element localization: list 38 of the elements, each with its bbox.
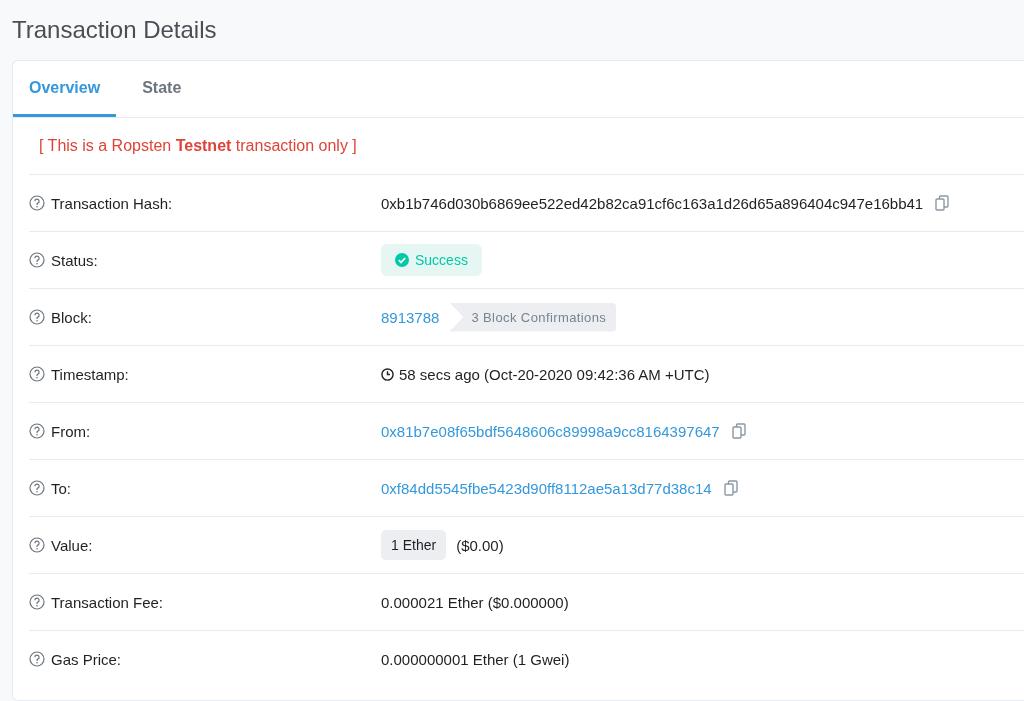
help-icon [29, 366, 45, 382]
copy-icon[interactable] [723, 480, 738, 496]
help-icon [29, 423, 45, 439]
status-badge: Success [381, 244, 482, 276]
tab[interactable]: State [126, 61, 198, 117]
testnet-notice: [ This is a Ropsten Testnet transaction only ] [39, 137, 357, 155]
address-link[interactable]: 0xf84dd5545fbe5423d90ff8112ae5a13d77d38c14 [381, 479, 712, 497]
address-link[interactable]: 0x81b7e08f65bdf5648606c89998a9cc8164397647 [381, 422, 720, 440]
clock-icon [381, 367, 394, 381]
field-label: From: [51, 422, 91, 440]
amount-tag: 1 Ether [381, 530, 447, 560]
tab[interactable]: Overview [13, 61, 117, 117]
field-value: 0.000021 Ether ($0.000000) [381, 593, 569, 611]
field-value: ($0.00) [456, 536, 504, 554]
field-label: Transaction Fee: [51, 593, 163, 611]
field-label: Value: [51, 536, 93, 554]
field-label: Timestamp: [51, 365, 129, 383]
field-label: Transaction Hash: [51, 194, 173, 212]
help-icon [29, 195, 45, 211]
help-icon [29, 252, 45, 268]
field-label: Status: [51, 251, 98, 269]
check-circle-icon [395, 253, 409, 267]
copy-icon[interactable] [935, 195, 950, 211]
field-label: Gas Price: [51, 650, 122, 668]
block-link[interactable]: 8913788 [381, 308, 440, 326]
help-icon [29, 480, 45, 496]
help-icon [29, 309, 45, 325]
page-title: Transaction Details [12, 15, 218, 45]
help-icon [29, 651, 45, 667]
help-icon [29, 537, 45, 553]
field-value: 0.000000001 Ether (1 Gwei) [381, 650, 570, 668]
field-value: 58 secs ago (Oct-20-2020 09:42:36 AM +UTC) [399, 365, 710, 383]
confirmations-badge: 3 Block Confirmations [449, 302, 617, 332]
field-label: To: [51, 479, 71, 497]
copy-icon[interactable] [731, 423, 746, 439]
field-label: Block: [51, 308, 92, 326]
field-value: 0xb1b746d030b6869ee522ed42b82ca91cf6c163a1d26d65a896404c947e16bb41 [381, 194, 924, 212]
help-icon [29, 594, 45, 610]
